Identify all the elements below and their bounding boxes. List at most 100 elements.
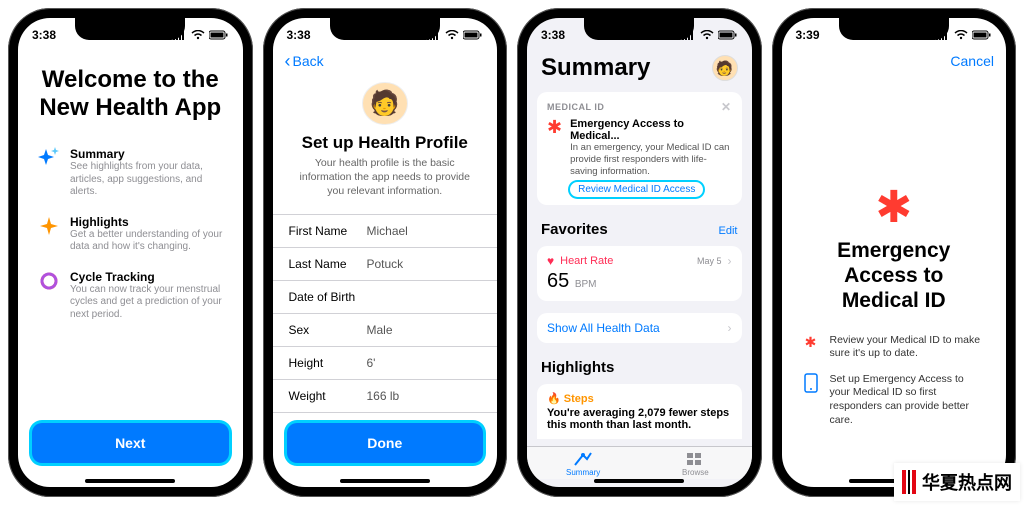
favorites-header: Favorites Edit	[527, 211, 752, 240]
spark-icon	[38, 215, 60, 237]
content[interactable]: MEDICAL ID ✕ ✱ Emergency Access to Medic…	[527, 86, 752, 446]
notch	[584, 18, 694, 40]
field-label: Date of Birth	[289, 290, 367, 304]
heart-icon: ♥	[547, 254, 554, 268]
feature-desc: Get a better understanding of your data …	[70, 229, 223, 254]
card-header-label: MEDICAL ID	[547, 102, 604, 112]
feature-desc: See highlights from your data, articles,…	[70, 161, 223, 199]
feature-cycle: Cycle Tracking You can now track your me…	[18, 262, 243, 330]
next-button[interactable]: Next	[32, 423, 229, 463]
field-label: Weight	[289, 389, 367, 403]
feature-title: Cycle Tracking	[70, 270, 223, 284]
avatar-button[interactable]: 🧑	[712, 55, 738, 81]
asterisk-icon: ✱	[802, 334, 820, 361]
heart-rate-label: Heart Rate	[560, 255, 691, 267]
info-row-setup: Set up Emergency Access to your Medical …	[782, 367, 1007, 434]
profile-title: Set up Health Profile	[273, 133, 498, 153]
medical-id-card: MEDICAL ID ✕ ✱ Emergency Access to Medic…	[537, 92, 742, 205]
feature-highlights: Highlights Get a better understanding of…	[18, 207, 243, 262]
field-value: Potuck	[367, 257, 404, 271]
phone-welcome: 3:38 Welcome to the New Health App Summa…	[8, 8, 253, 497]
content: ✱ Emergency Access to Medical ID ✱ Revie…	[782, 76, 1007, 479]
avatar[interactable]: 🧑	[362, 82, 408, 125]
notch	[330, 18, 440, 40]
steps-card[interactable]: 🔥 Steps You're averaging 2,079 fewer ste…	[537, 384, 742, 439]
battery-icon	[209, 30, 229, 40]
browse-tab-icon	[685, 451, 705, 467]
page-title: Summary	[541, 54, 712, 82]
field-label: Sex	[289, 323, 367, 337]
review-medical-id-button[interactable]: Review Medical ID Access	[570, 182, 703, 197]
info-text: Set up Emergency Access to your Medical …	[830, 373, 987, 428]
medical-id-desc: In an emergency, your Medical ID can pro…	[570, 142, 731, 178]
screen: 3:38 ‹Back 🧑 Set up Health Profile Your …	[273, 18, 498, 487]
field-first-name[interactable]: First Name Michael	[273, 215, 498, 248]
medical-id-text: Emergency Access to Medical... In an eme…	[570, 118, 731, 197]
field-last-name[interactable]: Last Name Potuck	[273, 248, 498, 281]
home-indicator[interactable]	[594, 479, 684, 483]
feature-title: Highlights	[70, 215, 223, 229]
status-time: 3:38	[287, 28, 311, 42]
feature-summary: Summary See highlights from your data, a…	[18, 139, 243, 207]
field-sex[interactable]: Sex Male	[273, 314, 498, 347]
battery-icon	[463, 30, 483, 40]
status-time: 3:39	[796, 28, 820, 42]
field-height[interactable]: Height 6'	[273, 347, 498, 380]
content: 🧑 Set up Health Profile Your health prof…	[273, 76, 498, 487]
screen: 3:39 Cancel ✱ Emergency Access to Medica…	[782, 18, 1007, 487]
tab-browse[interactable]: Browse	[639, 451, 751, 477]
field-weight[interactable]: Weight 166 lb	[273, 380, 498, 413]
heart-rate-date: May 5	[697, 256, 722, 266]
tab-summary[interactable]: Summary	[527, 451, 639, 477]
chevron-right-icon: ›	[728, 254, 732, 268]
nav-bar: Cancel	[782, 46, 1007, 76]
profile-desc: Your health profile is the basic informa…	[273, 153, 498, 208]
back-label: Back	[293, 53, 324, 69]
feature-title: Summary	[70, 147, 223, 161]
back-button[interactable]: ‹Back	[285, 51, 324, 72]
highlights-title: Highlights	[541, 359, 614, 376]
heart-rate-card[interactable]: ♥ Heart Rate May 5 › 65 BPM	[537, 246, 742, 301]
done-button[interactable]: Done	[287, 423, 484, 463]
battery-icon	[972, 30, 992, 40]
wifi-icon	[954, 30, 968, 40]
field-value: Michael	[367, 224, 408, 238]
welcome-title: Welcome to the New Health App	[18, 46, 243, 139]
wifi-icon	[700, 30, 714, 40]
heart-rate-row: ♥ Heart Rate May 5 ›	[547, 254, 732, 268]
feature-desc: You can now track your menstrual cycles …	[70, 284, 223, 322]
feature-text: Highlights Get a better understanding of…	[70, 215, 223, 254]
field-value: Male	[367, 323, 393, 337]
close-icon[interactable]: ✕	[721, 100, 732, 114]
nav-bar: ‹Back	[273, 46, 498, 76]
home-indicator[interactable]	[340, 479, 430, 483]
show-all-card[interactable]: Show All Health Data ›	[537, 313, 742, 343]
feature-text: Cycle Tracking You can now track your me…	[70, 270, 223, 322]
header: Summary 🧑	[527, 46, 752, 86]
heart-rate-unit: BPM	[575, 279, 597, 290]
steps-body: You're averaging 2,079 fewer steps this …	[547, 407, 732, 431]
heart-rate-value: 65 BPM	[547, 270, 732, 293]
screen: 3:38 Summary 🧑 MEDICAL ID ✕ ✱ Emergency	[527, 18, 752, 487]
wifi-icon	[445, 30, 459, 40]
field-dob[interactable]: Date of Birth	[273, 281, 498, 314]
steps-label: 🔥 Steps	[547, 392, 732, 405]
tab-bar: Summary Browse	[527, 446, 752, 479]
summary-tab-icon	[573, 451, 593, 467]
battery-icon	[718, 30, 738, 40]
field-value: 6'	[367, 356, 376, 370]
info-row-review: ✱ Review your Medical ID to make sure it…	[782, 328, 1007, 367]
card-header: MEDICAL ID ✕	[547, 100, 732, 114]
field-label: Height	[289, 356, 367, 370]
edit-button[interactable]: Edit	[719, 225, 738, 237]
chevron-left-icon: ‹	[285, 51, 291, 72]
content: Welcome to the New Health App Summary Se…	[18, 46, 243, 487]
cancel-button[interactable]: Cancel	[950, 53, 994, 69]
phone-icon	[802, 373, 820, 428]
tab-label: Summary	[566, 468, 600, 477]
favorites-title: Favorites	[541, 221, 719, 238]
medical-id-title: Emergency Access to Medical...	[570, 118, 731, 142]
status-time: 3:38	[541, 28, 565, 42]
status-time: 3:38	[32, 28, 56, 42]
home-indicator[interactable]	[85, 479, 175, 483]
